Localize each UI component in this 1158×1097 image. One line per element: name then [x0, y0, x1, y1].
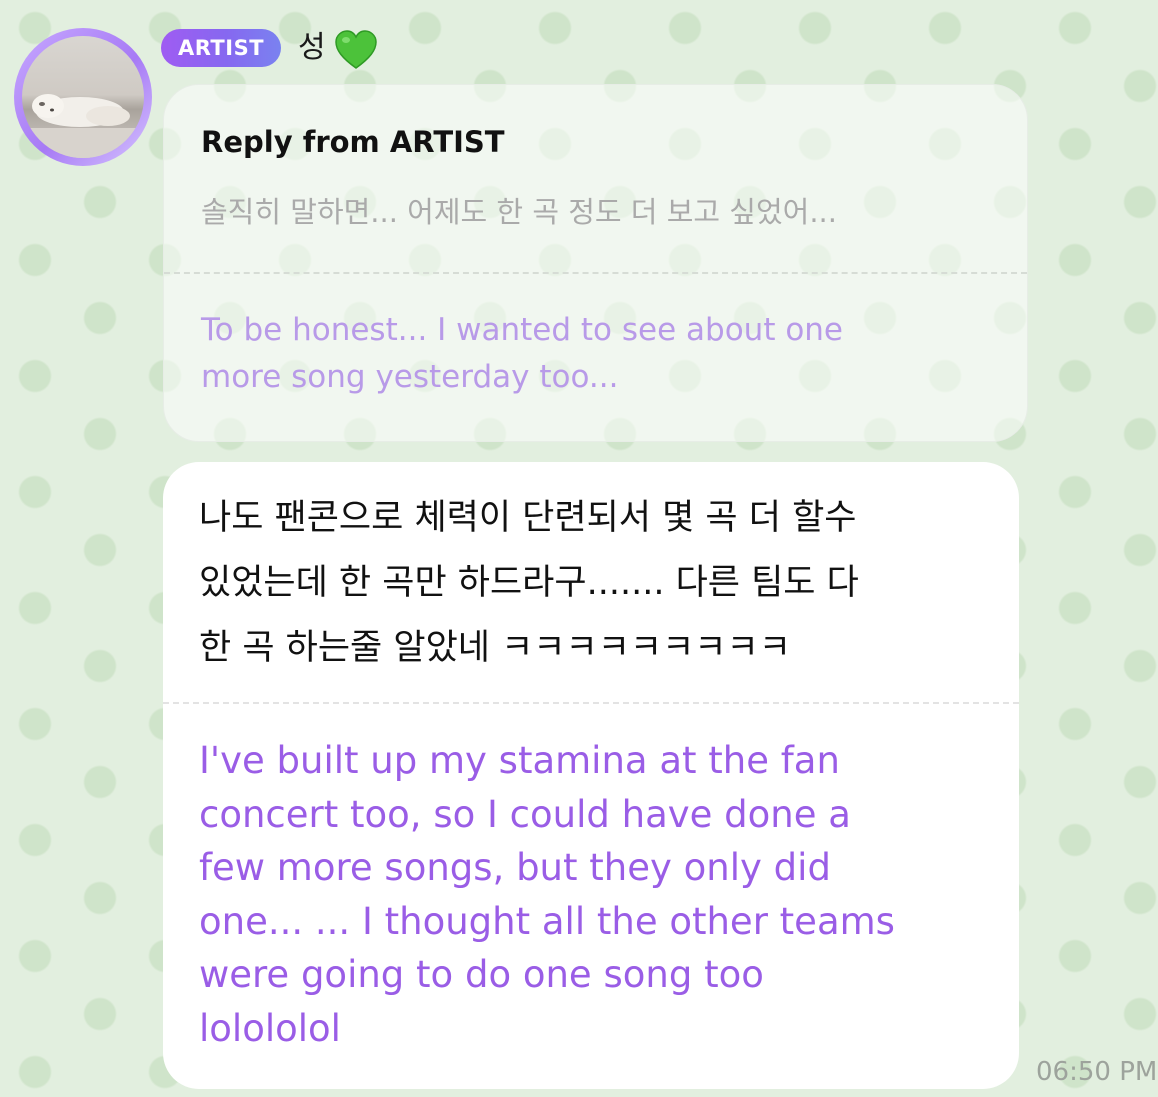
reply-original-text: 솔직히 말하면... 어제도 한 곡 정도 더 보고 싶었어... — [201, 195, 837, 229]
green-heart-icon — [334, 30, 378, 70]
reply-translation-text: To be honest... I wanted to see about on… — [201, 312, 844, 395]
avatar[interactable] — [22, 36, 144, 158]
message-translation-text: I've built up my stamina at the fan conc… — [199, 739, 895, 1050]
message-bubble[interactable]: 나도 팬콘으로 체력이 단련되서 몇 곡 더 할수 있었는데 한 곡만 하드라구… — [163, 462, 1019, 1089]
artist-name: 성 — [298, 30, 326, 65]
message-original-text: 나도 팬콘으로 체력이 단련되서 몇 곡 더 할수 있었는데 한 곡만 하드라구… — [199, 498, 859, 668]
sleeping-dog-photo — [22, 94, 144, 158]
reply-divider — [164, 272, 1027, 274]
artist-badge: ARTIST — [161, 29, 281, 67]
reply-title: Reply from ARTIST — [201, 125, 505, 159]
message-divider — [163, 702, 1019, 704]
message-timestamp: 06:50 PM — [1036, 1057, 1158, 1087]
reply-quote-bubble[interactable]: Reply from ARTIST 솔직히 말하면... 어제도 한 곡 정도 … — [163, 84, 1028, 442]
